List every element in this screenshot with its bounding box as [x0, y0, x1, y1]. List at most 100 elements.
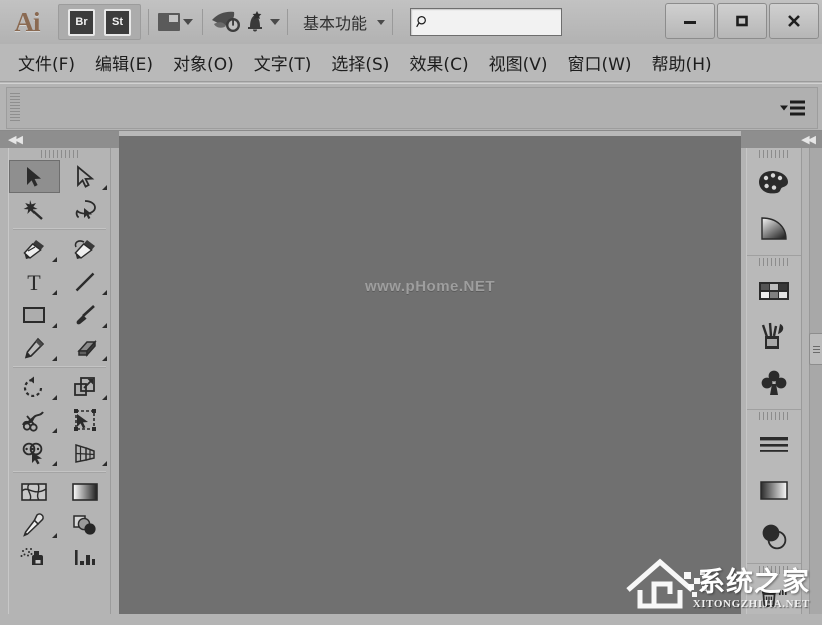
stock-button[interactable]: St [104, 9, 131, 36]
dock-scrollbar-thumb[interactable] [809, 333, 822, 365]
eraser-tool[interactable] [60, 331, 111, 364]
eyedropper-tool[interactable] [9, 508, 60, 541]
scale-tool[interactable] [60, 370, 111, 403]
width-tool[interactable] [9, 403, 60, 436]
rectangle-tool[interactable] [9, 298, 60, 331]
perspective-grid-tool[interactable] [60, 436, 111, 469]
transparency-panel-button[interactable] [747, 514, 801, 560]
app-launch-group: Br St [58, 4, 141, 40]
mesh-tool[interactable] [9, 475, 60, 508]
menu-file[interactable]: 文件(F) [8, 46, 85, 79]
search-input[interactable] [430, 10, 556, 34]
menu-help[interactable]: 帮助(H) [642, 46, 722, 79]
cloud-sync-button[interactable] [210, 10, 244, 34]
scale-icon [72, 375, 98, 399]
minimize-button[interactable] [665, 3, 715, 39]
menu-object[interactable]: 对象(O) [163, 46, 244, 79]
stroke-panel-button[interactable] [747, 422, 801, 468]
tools-panel-drag-grip[interactable] [9, 148, 110, 160]
menu-edit[interactable]: 编辑(E) [85, 46, 163, 79]
search-box[interactable] [410, 8, 562, 36]
dock-scrollbar-track[interactable] [809, 148, 822, 614]
flyout-triangle-icon [52, 323, 57, 328]
layers-panel-button[interactable] [747, 576, 801, 622]
type-tool[interactable]: T [9, 265, 60, 298]
pencil-icon [21, 336, 47, 360]
control-bar-inner [6, 87, 818, 129]
menu-type[interactable]: 文字(T) [244, 46, 322, 79]
arrange-documents-button[interactable] [156, 11, 195, 33]
color-group-drag-grip[interactable] [747, 148, 801, 160]
brushes-panel-button[interactable] [747, 314, 801, 360]
rotate-tool[interactable] [9, 370, 60, 403]
control-bar-drag-grip[interactable] [10, 93, 20, 123]
chevron-down-icon [780, 106, 788, 111]
column-graph-icon [71, 547, 99, 569]
stroke-lines-icon [757, 433, 791, 457]
magic-wand-icon [21, 198, 47, 222]
gradient-panel-button[interactable] [747, 206, 801, 252]
control-bar [0, 83, 822, 131]
menu-window[interactable]: 窗口(W) [557, 46, 641, 79]
line-segment-tool[interactable] [60, 265, 111, 298]
workspace-switcher-label[interactable]: 基本功能 [303, 10, 367, 34]
appearance-group [747, 410, 801, 564]
workspace-chevron-down-icon[interactable] [377, 20, 385, 25]
appearance-group-drag-grip[interactable] [747, 410, 801, 422]
illustrator-window: Ai Br St [0, 0, 822, 614]
free-transform-tool[interactable] [60, 403, 111, 436]
title-bar: Ai Br St [0, 0, 822, 45]
blend-tool[interactable] [60, 508, 111, 541]
selection-tool[interactable] [9, 160, 60, 193]
symbols-panel-button[interactable] [747, 360, 801, 406]
toolbar-divider-2 [202, 9, 203, 35]
toolbar-divider-4 [392, 9, 393, 35]
menu-effect[interactable]: 效果(C) [399, 46, 478, 79]
document-canvas[interactable]: www.pHome.NET [119, 136, 741, 614]
column-graph-tool[interactable] [60, 541, 111, 574]
direct-selection-tool[interactable] [60, 160, 111, 193]
menu-view[interactable]: 视图(V) [479, 46, 558, 79]
color-panel-button[interactable] [747, 160, 801, 206]
notifications-button[interactable] [244, 10, 274, 34]
panel-menu-icon [790, 101, 805, 116]
line-diagonal-icon [73, 270, 97, 294]
panels-dock-header: ◀◀ [741, 131, 822, 148]
magic-wand-tool[interactable] [9, 193, 60, 226]
collapse-right-icon[interactable]: ◀◀ [801, 133, 814, 146]
panels-dock: ◀◀ [741, 131, 822, 614]
app-logo: Ai [0, 0, 54, 44]
swatches-grid-icon [757, 279, 791, 303]
lasso-tool[interactable] [60, 193, 111, 226]
arrow-solid-icon [23, 165, 45, 189]
brush-jar-icon [758, 322, 790, 352]
flyout-triangle-icon [52, 428, 57, 433]
flyout-triangle-icon [102, 323, 107, 328]
menu-select[interactable]: 选择(S) [321, 46, 399, 79]
maximize-button[interactable] [717, 3, 767, 39]
flyout-triangle-icon [102, 461, 107, 466]
library-group [747, 256, 801, 410]
gradient2-panel-button[interactable] [747, 468, 801, 514]
layers-group-drag-grip[interactable] [747, 564, 801, 576]
collapse-left-icon[interactable]: ◀◀ [8, 133, 21, 146]
cloud-sync-icon [210, 10, 244, 34]
bridge-button[interactable]: Br [68, 9, 95, 36]
tool-grid: T [9, 160, 110, 574]
close-icon [785, 12, 803, 30]
close-button[interactable] [769, 3, 819, 39]
control-bar-panel-menu-button[interactable] [780, 101, 805, 116]
shape-builder-tool[interactable] [9, 436, 60, 469]
flyout-triangle-icon [102, 185, 107, 190]
paintbrush-tool[interactable] [60, 298, 111, 331]
symbol-sprayer-icon [20, 547, 48, 569]
library-group-drag-grip[interactable] [747, 256, 801, 268]
gradient-tool[interactable] [60, 475, 111, 508]
curvature-pen-icon [71, 237, 99, 261]
swatches-panel-button[interactable] [747, 268, 801, 314]
symbol-sprayer-tool[interactable] [9, 541, 60, 574]
pencil-tool[interactable] [9, 331, 60, 364]
eyedropper-icon [21, 513, 47, 537]
curvature-tool[interactable] [60, 232, 111, 265]
pen-tool[interactable] [9, 232, 60, 265]
